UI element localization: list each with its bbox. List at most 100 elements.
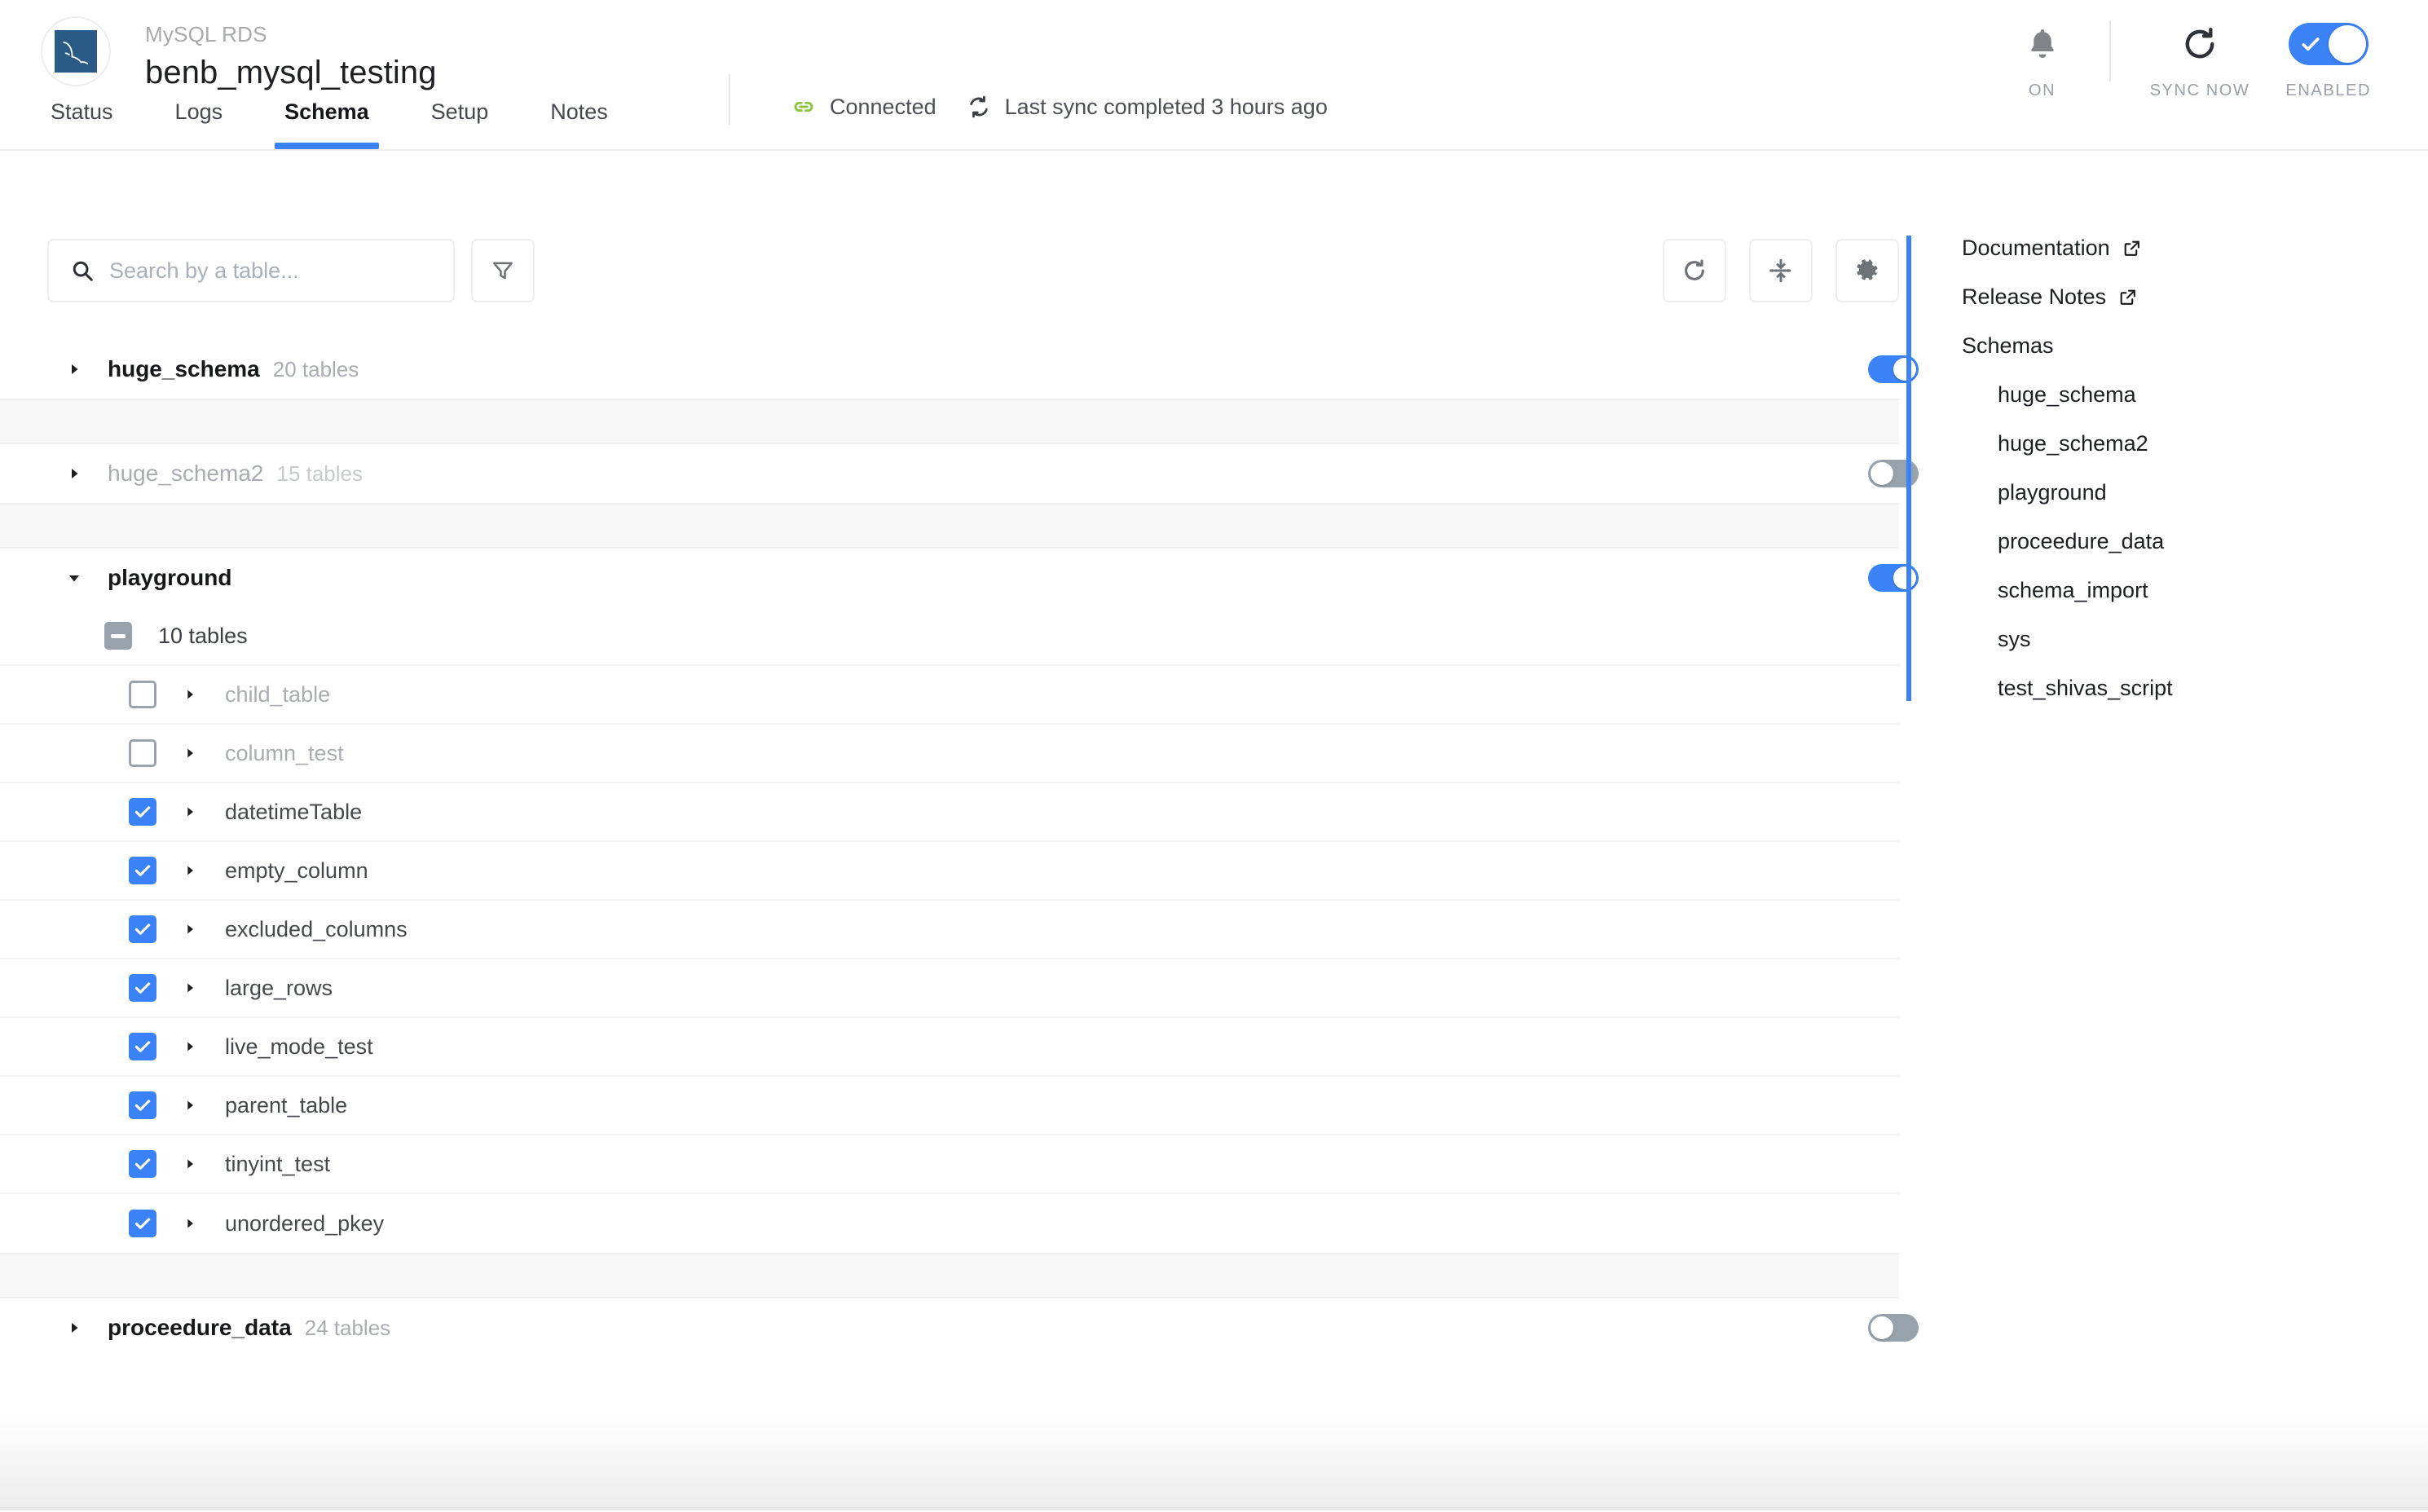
header-controls: ON SYNC NOW ENABLED [1997,18,2389,100]
chevron-right-icon[interactable] [179,801,200,822]
chevron-right-icon[interactable] [179,919,200,940]
table-row[interactable]: empty_column [0,842,1899,901]
toggle-checked-icon[interactable] [2288,23,2369,65]
chevron-right-icon[interactable] [64,463,85,484]
tab-status[interactable]: Status [51,99,113,149]
table-row[interactable]: excluded_columns [0,901,1899,959]
chevron-right-icon[interactable] [179,1213,200,1234]
table-row[interactable]: tinyint_test [0,1135,1899,1194]
app-window: MySQL RDS benb_mysql_testing Status Logs… [0,0,2428,1512]
tab-setup[interactable]: Setup [431,99,489,149]
sidebar-heading-schemas: Schemas [1962,333,2054,358]
last-sync-status: Last sync completed 3 hours ago [966,94,1328,120]
chevron-right-icon[interactable] [179,977,200,998]
sync-now-button[interactable]: SYNC NOW [2132,18,2268,100]
table-row[interactable]: child_table [0,666,1899,725]
tab-logs[interactable]: Logs [175,99,223,149]
table-checkbox[interactable] [129,1150,156,1178]
schema-tree: huge_schema 20 tables huge_schema2 15 ta… [0,340,1919,1357]
external-link-icon [2117,287,2138,307]
table-checkbox[interactable] [129,857,156,884]
schema-name: huge_schema2 [108,461,264,486]
connection-status: Connected [791,94,936,120]
schema-collapsed-band [0,503,1899,549]
schema-name: proceedure_data [108,1315,292,1340]
table-checkbox[interactable] [129,974,156,1002]
table-name: large_rows [225,975,333,1000]
search-input[interactable] [109,258,419,284]
bell-icon [2024,18,2061,70]
sidebar-schema-playground[interactable]: playground [1998,480,2107,505]
schema-header-row[interactable]: proceedure_data 24 tables [0,1298,1919,1357]
table-checkbox[interactable] [129,1210,156,1237]
chevron-right-icon[interactable] [179,743,200,764]
sidebar-schema-huge-schema2[interactable]: huge_schema2 [1998,431,2148,456]
select-all-checkbox[interactable] [104,622,132,650]
search-icon [70,258,95,283]
collapse-all-button[interactable] [1749,239,1813,302]
notifications-button[interactable]: ON [1997,18,2088,100]
table-row[interactable]: parent_table [0,1077,1899,1135]
chevron-right-icon[interactable] [179,1095,200,1116]
enabled-toggle[interactable] [2288,18,2369,70]
tab-schema[interactable]: Schema [275,99,379,149]
toolbar-actions [1640,239,1899,302]
table-checkbox[interactable] [129,798,156,826]
bottom-border [0,1507,2428,1510]
sidebar-schema-test-shivas-script[interactable]: test_shivas_script [1998,676,2173,701]
search-field-wrapper[interactable] [47,239,455,302]
filter-button[interactable] [471,239,535,302]
tab-notes[interactable]: Notes [550,99,608,149]
last-sync-label: Last sync completed 3 hours ago [1004,94,1328,119]
table-row[interactable]: live_mode_test [0,1018,1899,1077]
chevron-right-icon[interactable] [179,684,200,705]
sidebar-link-label: Release Notes [1962,284,2107,309]
sidebar-schema-huge-schema[interactable]: huge_schema [1998,382,2136,408]
sync-icon [966,94,992,120]
schema-section-band [0,1253,1899,1298]
schema-enable-toggle[interactable] [1868,1314,1919,1342]
table-row[interactable]: datetimeTable [0,783,1899,842]
schema-collapsed-band [0,399,1899,444]
app-header: MySQL RDS benb_mysql_testing Status Logs… [0,0,2428,151]
page-title: benb_mysql_testing [145,54,437,90]
table-checkbox[interactable] [129,739,156,767]
tables-select-all-row[interactable]: 10 tables [0,607,1899,666]
schema-group-proceedure-data: proceedure_data 24 tables [0,1298,1919,1357]
chevron-right-icon[interactable] [64,1317,85,1338]
table-checkbox[interactable] [129,681,156,708]
table-checkbox[interactable] [129,1091,156,1119]
tab-bar: Status Logs Schema Setup Notes [51,99,608,149]
sidebar-link-documentation[interactable]: Documentation [1962,236,2142,261]
refresh-button[interactable] [1663,239,1726,302]
schema-group-huge-schema: huge_schema 20 tables [0,340,1919,444]
chevron-down-icon[interactable] [64,567,85,588]
chevron-right-icon[interactable] [64,359,85,380]
chevron-right-icon[interactable] [179,860,200,881]
sidebar-schema-proceedure-data[interactable]: proceedure_data [1998,529,2164,554]
table-checkbox[interactable] [129,915,156,943]
enabled-caption: ENABLED [2285,82,2371,99]
chevron-right-icon[interactable] [179,1036,200,1057]
enabled-toggle-control[interactable]: ENABLED [2267,18,2389,100]
sidebar-link-release-notes[interactable]: Release Notes [1962,284,2138,310]
table-row[interactable]: unordered_pkey [0,1194,1899,1253]
table-row[interactable]: column_test [0,725,1899,783]
sidebar-schema-sys[interactable]: sys [1998,627,2031,652]
notifications-caption: ON [2029,82,2056,99]
schema-header-row[interactable]: huge_schema2 15 tables [0,444,1919,503]
table-row[interactable]: large_rows [0,959,1899,1018]
schema-table-count: 15 tables [276,461,364,486]
table-name: live_mode_test [225,1034,373,1059]
schema-name: playground [108,565,232,590]
reload-icon [2179,18,2220,70]
table-checkbox[interactable] [129,1033,156,1060]
connector-avatar [41,16,111,86]
schema-header-row[interactable]: huge_schema 20 tables [0,340,1919,399]
chevron-right-icon[interactable] [179,1153,200,1175]
table-name: tinyint_test [225,1151,331,1176]
connector-type-label: MySQL RDS [145,22,267,46]
gear-icon[interactable] [1835,239,1899,302]
schema-header-row[interactable]: playground [0,549,1919,607]
sidebar-schema-schema-import[interactable]: schema_import [1998,578,2148,603]
